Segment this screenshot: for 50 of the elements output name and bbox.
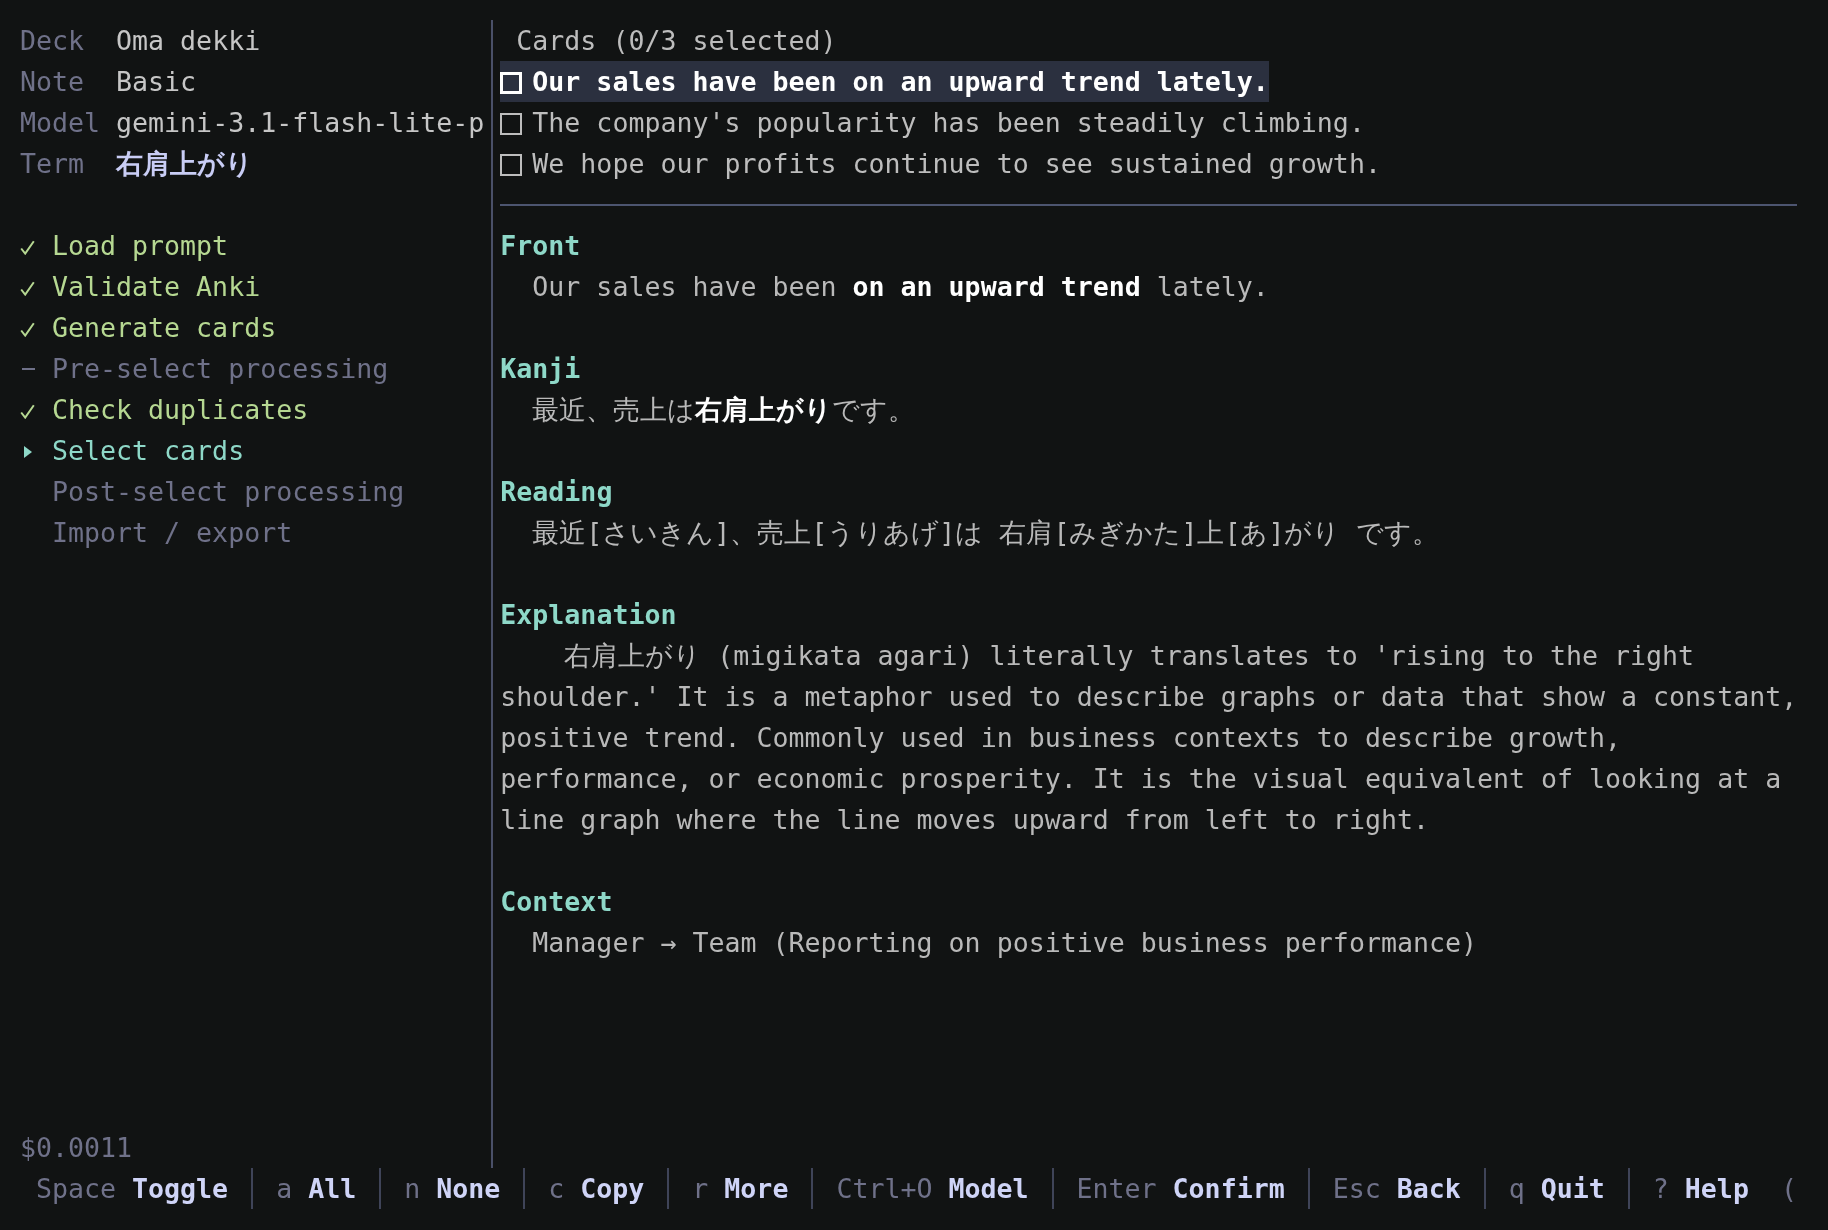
field-heading: Front (500, 229, 582, 263)
step-label: Import / export (52, 516, 293, 550)
field-label: Model (20, 106, 102, 140)
step-label: Check duplicates (52, 393, 309, 427)
key-hint: Ctrl+O Model (835, 1172, 1030, 1206)
card-option[interactable]: The company's popularity has been steadily climbing. (500, 102, 1365, 143)
field-heading: Context (500, 885, 614, 919)
field-text: 最近[さいきん]、売上[うりあげ]は 右肩[みぎかた]上[あ]がり です。 (531, 516, 1441, 550)
field-value: Basic (116, 65, 197, 99)
field-text: Manager → Team (Reporting on positive business performance) (531, 926, 1478, 960)
key-hint: Space Toggle (35, 1172, 230, 1206)
check-icon (20, 404, 35, 419)
cost-text: $0.0011 (20, 1131, 134, 1165)
field-text: 最近、売上は右肩上がりです。 (531, 393, 917, 427)
key-hint: Enter Confirm (1075, 1172, 1286, 1206)
checkbox[interactable] (500, 153, 523, 176)
field-value: gemini-3.1-flash-lite-p (116, 106, 485, 140)
field-heading: Explanation (500, 598, 678, 632)
card-option[interactable]: We hope our profits continue to see sustained growth. (500, 143, 1381, 184)
field-value: Oma dekki (116, 24, 261, 58)
step-label: Validate Anki (52, 270, 261, 304)
step-label: Post-select processing (52, 475, 405, 509)
step-label: Pre-select processing (52, 352, 389, 386)
field-text: Our sales have been on an upward trend lately. (531, 270, 1270, 304)
field-text: 右肩上がり (migikata agari) literally translates to 'rising to the right shoulder.' It is a metaphor used to describe graphs or data that show a constant, positive trend. Commonly used in business contexts to describe growth, performance, or economic prosperity. It is the visual equivalent of looking at a line graph where the line moves upward from left to right. (500, 639, 1799, 837)
field-heading: Reading (500, 475, 614, 509)
step-label: Select cards (52, 434, 245, 468)
check-icon (20, 281, 35, 296)
check-icon (20, 322, 35, 337)
key-hint: q Quit (1507, 1172, 1606, 1206)
card-option[interactable]: Our sales have been on an upward trend lately. (500, 61, 1269, 102)
field-heading: Kanji (500, 352, 582, 386)
key-hint: a All (275, 1172, 358, 1206)
step-label: Generate cards (52, 311, 277, 345)
key-hint: ? Help (1651, 1172, 1750, 1206)
field-label: Deck (20, 24, 86, 58)
field-label: Note (20, 65, 86, 99)
check-icon (20, 240, 35, 255)
term-value: 右肩上がり (116, 147, 254, 181)
key-hint: n None (403, 1172, 502, 1206)
checkbox[interactable] (500, 112, 523, 135)
triangle-icon (24, 446, 32, 458)
step-label: Load prompt (52, 229, 229, 263)
cards-header: Cards (0/3 selected) (515, 24, 838, 58)
truncated-text: ( (1780, 1172, 1797, 1206)
key-hint: r More (691, 1172, 790, 1206)
dash-icon (22, 367, 35, 370)
key-hint: Esc Back (1331, 1172, 1462, 1206)
field-label: Term (20, 147, 86, 181)
key-hint: c Copy (547, 1172, 646, 1206)
